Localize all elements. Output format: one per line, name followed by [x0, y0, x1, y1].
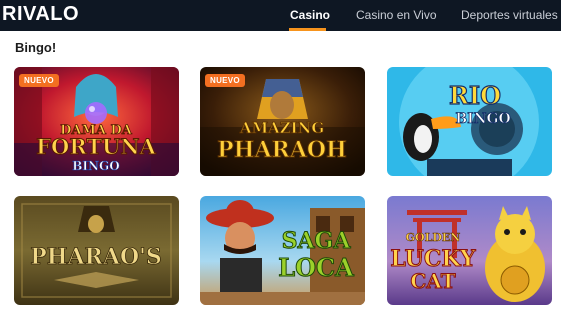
- game-title-line2: LOCA: [278, 253, 354, 282]
- section-title: Bingo!: [15, 40, 57, 55]
- game-title-line2: FORTUNA: [36, 134, 156, 159]
- game-title-line3: BINGO: [72, 159, 119, 173]
- top-navigation-bar: RIVALO Casino Casino en Vivo Deportes vi…: [0, 0, 561, 31]
- game-title-line3: CAT: [410, 269, 455, 293]
- game-card-saga-loca[interactable]: SAGA LOCA: [200, 196, 365, 305]
- tab-casino[interactable]: Casino: [290, 8, 330, 22]
- rivalo-logo[interactable]: RIVALO: [2, 3, 79, 26]
- active-tab-indicator: [289, 28, 326, 31]
- game-card-amazing-pharaoh[interactable]: AMAZING PHARAOH NUEVO: [200, 67, 365, 176]
- new-badge: NUEVO: [205, 74, 245, 87]
- game-title-line2: PHARAOH: [217, 137, 347, 163]
- game-title-line1: PHARAO'S: [30, 244, 162, 270]
- new-badge: NUEVO: [19, 74, 59, 87]
- game-card-dama-da-fortuna-bingo[interactable]: DAMA DA FORTUNA BINGO NUEVO: [14, 67, 179, 176]
- game-title-line1: GOLDEN: [406, 231, 461, 244]
- game-title-line1: AMAZING: [239, 119, 324, 137]
- game-title-line1: RIO: [449, 81, 501, 110]
- game-card-pharaos[interactable]: PHARAO'S: [14, 196, 179, 305]
- game-title-line1: SAGA: [282, 228, 352, 254]
- tab-casino-en-vivo[interactable]: Casino en Vivo: [356, 8, 437, 22]
- game-card-golden-lucky-cat[interactable]: GOLDEN LUCKY CAT: [387, 196, 552, 305]
- game-title-line2: BINGO: [455, 111, 510, 127]
- game-card-rio-bingo[interactable]: RIO BINGO: [387, 67, 552, 176]
- tab-deportes-virtuales[interactable]: Deportes virtuales: [461, 8, 558, 22]
